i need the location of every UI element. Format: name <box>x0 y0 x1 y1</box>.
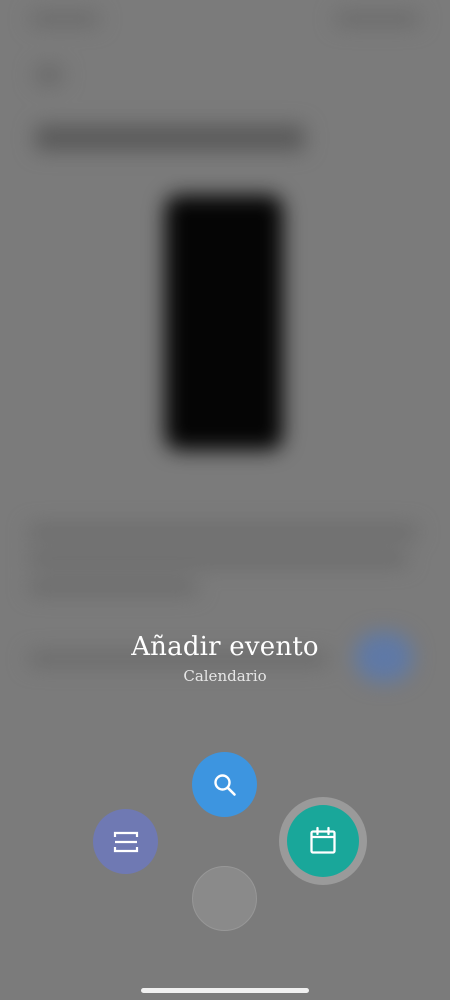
blurred-paragraph-line-1 <box>28 525 418 539</box>
empty-action-slot[interactable] <box>192 866 257 931</box>
blurred-paragraph-line-3 <box>28 580 198 594</box>
add-event-button[interactable] <box>287 805 359 877</box>
blurred-status-icons <box>335 12 420 26</box>
scan-button[interactable] <box>93 809 158 874</box>
blurred-back-arrow <box>35 65 63 85</box>
search-button[interactable] <box>192 752 257 817</box>
blurred-status-bar <box>30 12 100 26</box>
blurred-background <box>0 0 450 1000</box>
scan-icon <box>112 830 140 854</box>
action-title: Añadir evento <box>131 632 319 662</box>
search-icon <box>212 772 238 798</box>
blurred-paragraph-line-2 <box>28 552 408 566</box>
calendar-icon <box>308 826 338 856</box>
action-subtitle: Calendario <box>183 667 267 685</box>
blurred-phone-image <box>165 195 283 450</box>
blurred-heading <box>35 125 305 151</box>
home-indicator[interactable] <box>141 988 309 993</box>
